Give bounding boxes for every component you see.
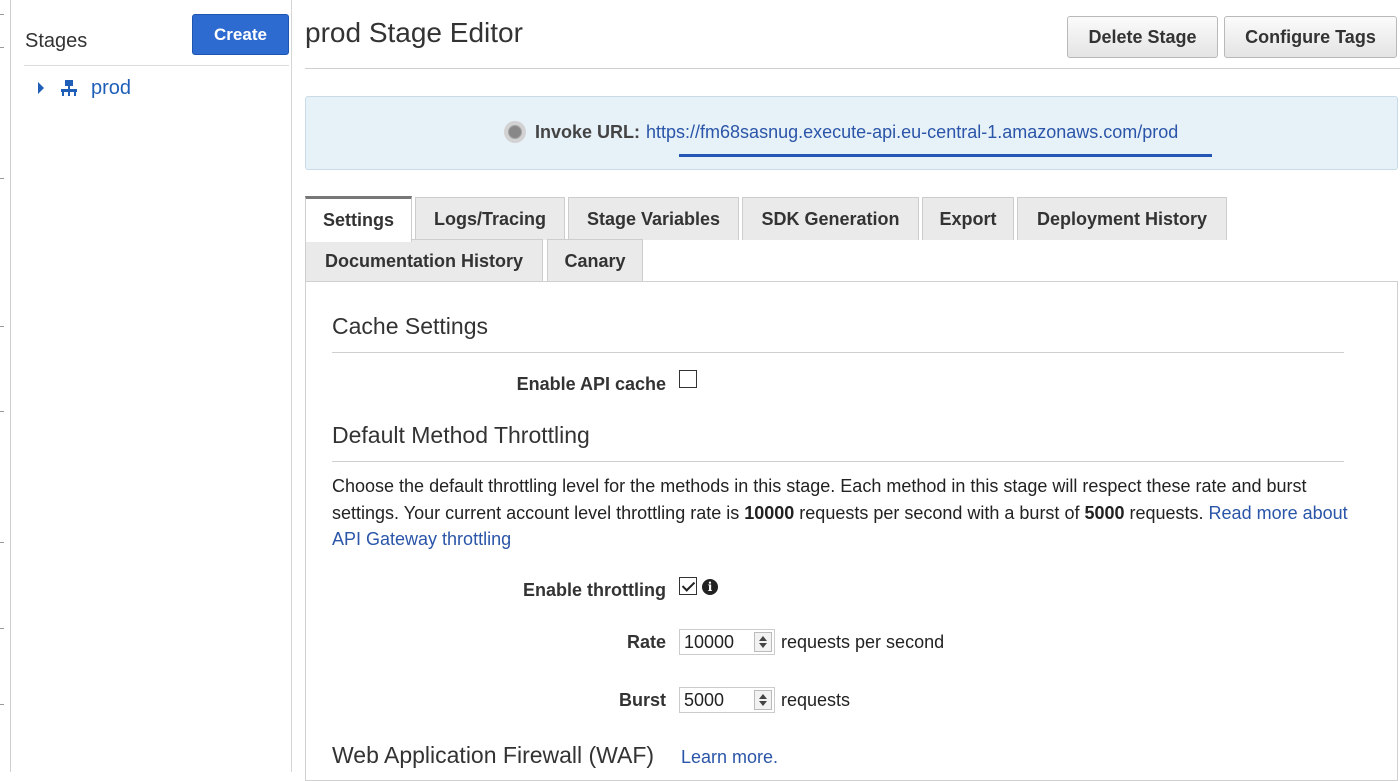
enable-api-cache-checkbox[interactable]: [679, 370, 697, 388]
rate-stepper: [679, 629, 775, 655]
tab-stage-variables[interactable]: Stage Variables: [568, 197, 739, 240]
invoke-url-underline: [679, 154, 1212, 157]
spin-down-icon[interactable]: [759, 643, 767, 648]
rate-spinner[interactable]: [754, 632, 772, 652]
stages-title: Stages: [25, 30, 88, 52]
expand-caret-icon[interactable]: [38, 82, 44, 94]
enable-throttling-label: Enable throttling: [523, 580, 666, 600]
invoke-url-panel: Invoke URL: https://fm68sasnug.execute-a…: [305, 96, 1398, 170]
tab-settings[interactable]: Settings: [305, 196, 412, 242]
burst-stepper: [679, 687, 775, 713]
waf-heading: Web Application Firewall (WAF): [332, 742, 655, 768]
header-divider: [305, 68, 1400, 69]
cache-settings-heading: Cache Settings: [332, 313, 488, 339]
burst-label: Burst: [618, 690, 666, 710]
edge-tick: [0, 411, 4, 412]
stage-icon: [61, 80, 77, 96]
burst-input[interactable]: [680, 688, 752, 712]
enable-throttling-checkbox[interactable]: [679, 577, 697, 595]
stage-tree-item-prod[interactable]: prod: [38, 74, 131, 102]
tab-logs-tracing[interactable]: Logs/Tracing: [415, 197, 565, 240]
invoke-url-row: Invoke URL: https://fm68sasnug.execute-a…: [504, 121, 1178, 143]
edge-tick: [0, 178, 4, 179]
configure-tags-button[interactable]: Configure Tags: [1224, 16, 1397, 58]
create-stage-button[interactable]: Create: [192, 14, 289, 55]
stage-label[interactable]: prod: [91, 77, 131, 100]
rate-suffix: requests per second: [781, 632, 945, 652]
edge-tick: [0, 704, 4, 705]
tab-sdk-generation[interactable]: SDK Generation: [742, 197, 919, 240]
enable-api-cache-label: Enable API cache: [516, 374, 666, 394]
delete-stage-button[interactable]: Delete Stage: [1067, 16, 1218, 58]
stages-sidebar: Stages Create prod: [12, 0, 292, 772]
desc-text: requests.: [1124, 502, 1209, 523]
edge-tick: [0, 326, 4, 327]
stages-header: Stages Create: [24, 14, 289, 66]
edge-tick: [0, 14, 4, 15]
section-divider: [332, 352, 1344, 353]
throttling-description: Choose the default throttling level for …: [332, 473, 1352, 553]
account-burst-value: 5000: [1084, 502, 1125, 523]
rate-label: Rate: [626, 632, 666, 652]
spin-up-icon[interactable]: [759, 694, 767, 699]
tab-deployment-history[interactable]: Deployment History: [1017, 197, 1227, 240]
waf-learn-more-link[interactable]: Learn more.: [681, 747, 778, 768]
spin-down-icon[interactable]: [759, 701, 767, 706]
page-title: prod Stage Editor: [305, 17, 523, 48]
edge-tick: [0, 628, 4, 629]
tab-export[interactable]: Export: [922, 197, 1014, 240]
invoke-url-link[interactable]: https://fm68sasnug.execute-api.eu-centra…: [646, 122, 1178, 143]
status-dot-icon: [504, 121, 526, 143]
edge-tick: [0, 542, 4, 543]
spin-up-icon[interactable]: [759, 636, 767, 641]
edge-tick: [0, 47, 4, 48]
burst-suffix: requests: [781, 690, 851, 710]
tab-documentation-history[interactable]: Documentation History: [305, 239, 543, 282]
info-icon[interactable]: i: [702, 579, 718, 595]
invoke-url-label: Invoke URL:: [535, 121, 641, 142]
tab-canary[interactable]: Canary: [547, 239, 643, 282]
throttling-heading: Default Method Throttling: [332, 422, 590, 448]
burst-spinner[interactable]: [754, 690, 772, 710]
left-edge-strip: [0, 0, 11, 772]
rate-input[interactable]: [680, 630, 752, 654]
section-divider: [332, 461, 1344, 462]
desc-text: requests per second with a burst of: [794, 502, 1085, 523]
account-rate-value: 10000: [744, 502, 795, 523]
